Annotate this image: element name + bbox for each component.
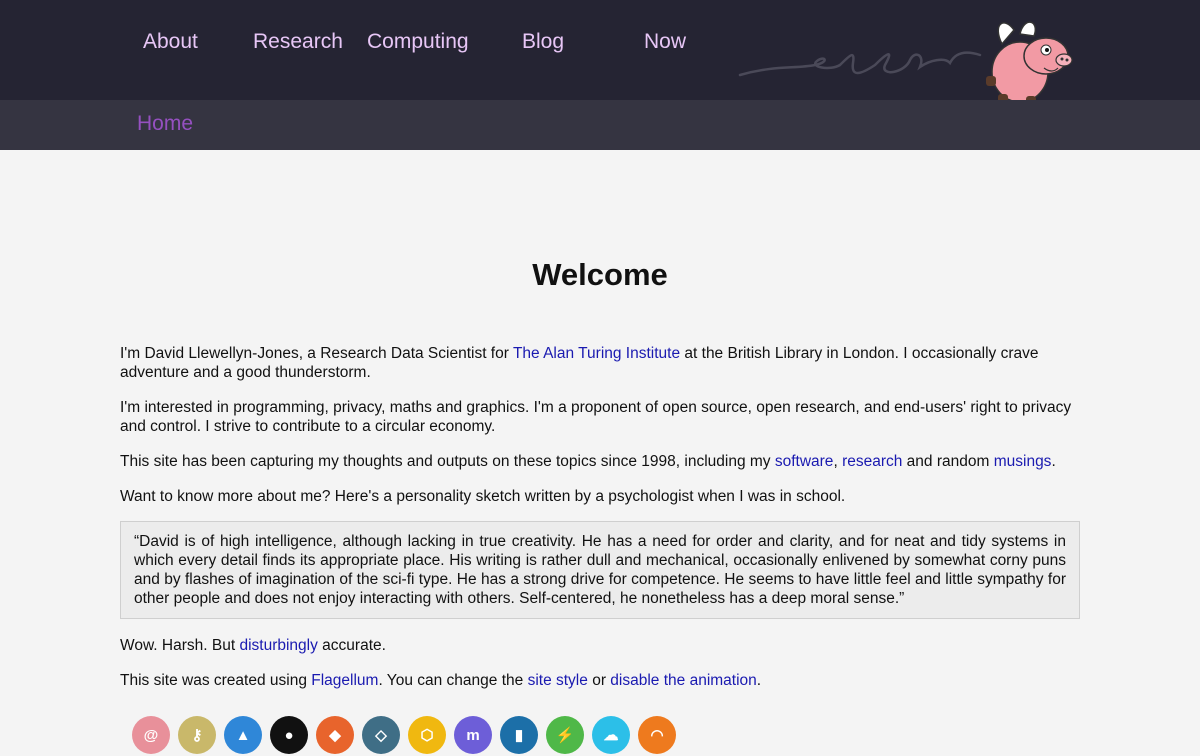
sourceforge-icon[interactable]: ◇ bbox=[362, 716, 400, 754]
disturbingly-link[interactable]: disturbingly bbox=[239, 637, 317, 654]
flagellum-link[interactable]: Flagellum bbox=[311, 672, 378, 689]
history-separator: , bbox=[833, 453, 843, 470]
site-info-paragraph: This site was created using Flagellum. Y… bbox=[120, 671, 1080, 690]
signature-logo bbox=[738, 51, 982, 77]
disable-animation-link[interactable]: disable the animation bbox=[610, 672, 757, 689]
history-text-start: This site has been capturing my thoughts… bbox=[120, 453, 775, 470]
reaction-text-start: Wow. Harsh. But bbox=[120, 637, 240, 654]
nav-blog[interactable]: Blog bbox=[522, 30, 564, 54]
breadcrumb: Home bbox=[0, 100, 1200, 150]
cloud-icon[interactable]: ☁ bbox=[592, 716, 630, 754]
gitlab-icon[interactable]: ◆ bbox=[316, 716, 354, 754]
hex-icon[interactable]: ⬡ bbox=[408, 716, 446, 754]
history-text-middle: and random bbox=[902, 453, 994, 470]
drop-icon[interactable]: ▲ bbox=[224, 716, 262, 754]
nav-now[interactable]: Now bbox=[644, 30, 686, 54]
top-navigation-bar: About Research Computing Blog Now bbox=[0, 0, 1200, 108]
site-style-link[interactable]: site style bbox=[528, 672, 588, 689]
history-text-end: . bbox=[1051, 453, 1056, 470]
github-icon[interactable]: ● bbox=[270, 716, 308, 754]
intro-paragraph: I'm David Llewellyn-Jones, a Research Da… bbox=[120, 344, 1080, 382]
site-info-text-or: or bbox=[587, 672, 611, 689]
personality-quote: “David is of high intelligence, although… bbox=[120, 521, 1080, 619]
reaction-paragraph: Wow. Harsh. But disturbingly accurate. bbox=[120, 636, 1080, 655]
musings-link[interactable]: musings bbox=[994, 453, 1052, 470]
interests-paragraph: I'm interested in programming, privacy, … bbox=[120, 399, 1072, 435]
turing-institute-link[interactable]: The Alan Turing Institute bbox=[513, 345, 680, 362]
nav-about[interactable]: About bbox=[143, 30, 198, 54]
nav-research[interactable]: Research bbox=[253, 30, 343, 54]
intro-text-start: I'm David Llewellyn-Jones, a Research Da… bbox=[120, 345, 513, 362]
rss-icon[interactable]: ◠ bbox=[638, 716, 676, 754]
mastodon-icon[interactable]: m bbox=[454, 716, 492, 754]
email-icon[interactable]: @ bbox=[132, 716, 170, 754]
site-info-text-end: . bbox=[756, 672, 762, 689]
site-info-text-middle: . You can change the bbox=[378, 672, 528, 689]
page-title: Welcome bbox=[532, 257, 668, 292]
flying-pig-logo[interactable] bbox=[984, 14, 1076, 112]
software-link[interactable]: software bbox=[775, 453, 834, 470]
site-history-paragraph: This site has been capturing my thoughts… bbox=[120, 452, 1080, 471]
research-link[interactable]: research bbox=[842, 453, 902, 470]
breadcrumb-home-link[interactable]: Home bbox=[137, 112, 193, 136]
personality-intro-paragraph: Want to know more about me? Here's a per… bbox=[120, 488, 846, 505]
reaction-text-end: accurate. bbox=[317, 637, 386, 654]
nav-computing[interactable]: Computing bbox=[367, 30, 469, 54]
bolt-icon[interactable]: ⚡ bbox=[546, 716, 584, 754]
linkedin-icon[interactable]: ▮ bbox=[500, 716, 538, 754]
key-icon[interactable]: ⚷ bbox=[178, 716, 216, 754]
site-info-text-start: This site was created using bbox=[120, 672, 312, 689]
